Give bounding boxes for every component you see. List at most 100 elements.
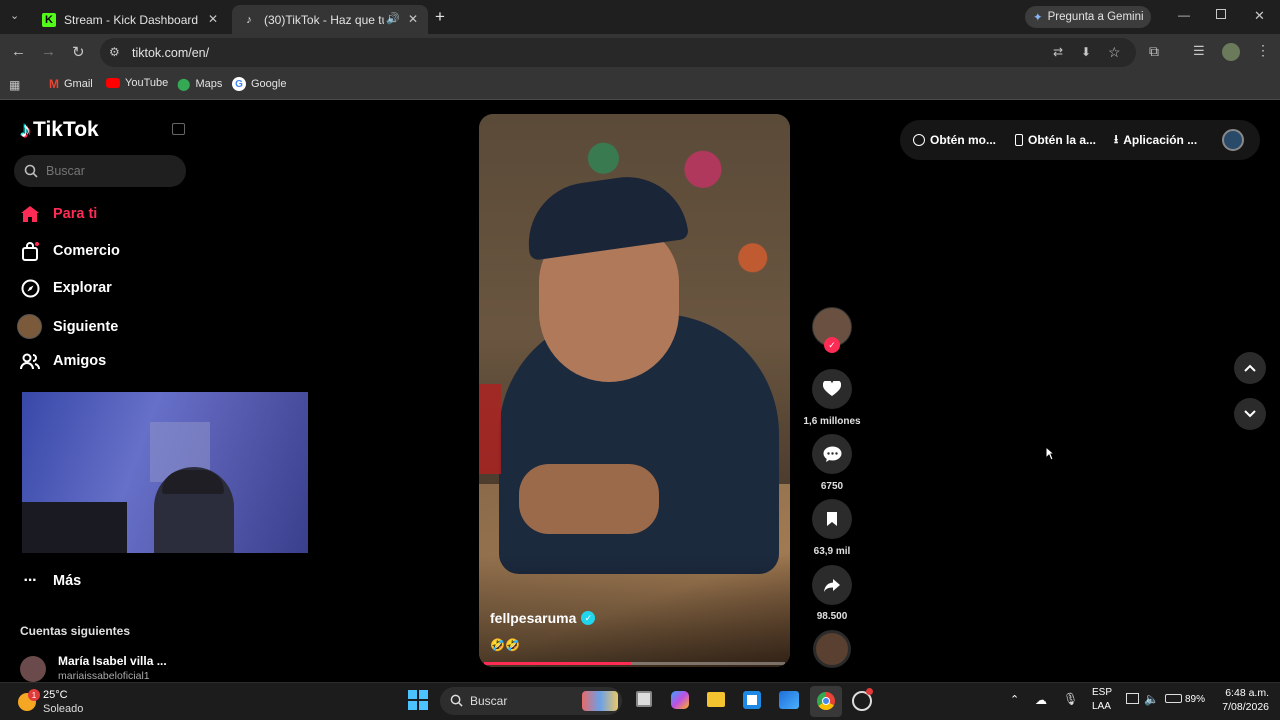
author-name: fellpesaruma [490,610,577,626]
coin-icon [913,134,925,146]
save-button[interactable] [812,499,852,539]
tray-chevron-up-icon[interactable]: ⌃ [1010,693,1019,706]
search-highlight-icon [582,691,618,711]
bookmark-google[interactable]: G Google [232,77,286,91]
bookmark-gmail[interactable]: M Gmail [49,77,93,91]
translate-icon[interactable]: ⇄ [1053,45,1063,59]
search-box[interactable] [14,155,186,187]
nav-comercio[interactable]: Comercio [20,241,120,261]
file-explorer-icon[interactable] [707,692,725,707]
taskbar-search[interactable]: Buscar [440,687,622,715]
weather-desc: Soleado [43,703,84,715]
tab-title: Stream - Kick Dashboard [64,12,199,27]
search-input[interactable] [46,161,176,181]
next-video-button[interactable] [1234,398,1266,430]
chrome-menu-icon[interactable]: ⋮ [1256,42,1270,59]
copilot-icon[interactable] [671,691,689,709]
home-icon [20,204,40,224]
reload-icon[interactable]: ↻ [72,43,85,61]
follow-check-icon[interactable]: ✓ [824,337,840,353]
gemini-button[interactable]: ✦ Pregunta a Gemini [1025,6,1151,28]
onedrive-cloud-icon[interactable]: ☁ [1035,693,1047,707]
video-player[interactable]: fellpesaruma ✓ 🤣🤣 [479,114,790,667]
video-progress-track[interactable] [484,662,785,665]
share-arrow-icon [824,578,840,592]
url-text: tiktok.com/en/ [132,46,210,60]
tiktok-logo[interactable]: ♪ TikTok [20,117,99,143]
clock-date[interactable]: 7/08/2026 [1214,701,1269,713]
bookmark-star-icon[interactable]: ☆ [1108,44,1121,61]
account-handle: mariaissabeloficial1 [58,670,150,682]
close-tab-icon[interactable]: ✕ [408,12,418,26]
windows-taskbar: 1 25°C Soleado Buscar ⌃ ☁ 🎙 ESP LAA 🔈 89… [0,682,1280,720]
network-icon[interactable] [1126,693,1139,704]
back-icon[interactable]: ← [11,43,26,60]
weather-widget[interactable]: 1 25°C Soleado [16,688,96,716]
install-app-icon[interactable]: ⬇ [1081,45,1091,59]
video-caption: 🤣🤣 [490,638,520,652]
bookmark-maps[interactable]: ⬤ Maps [177,77,222,91]
sound-disc-avatar[interactable] [813,630,851,668]
chevron-down-icon [1244,410,1256,418]
nav-siguiente[interactable]: Siguiente [17,314,118,339]
nav-amigos[interactable]: Amigos [20,351,106,371]
new-tab-icon[interactable]: + [435,7,445,27]
verified-badge-icon: ✓ [581,611,596,625]
site-info-icon[interactable]: ⚙ [109,45,120,59]
bookmark-youtube[interactable]: YouTube [106,77,168,89]
volume-icon[interactable]: 🔈 [1144,692,1159,706]
address-bar[interactable]: ⚙ tiktok.com/en/ ⇄ ⬇ ☆ [100,38,1136,67]
video-person-hands [519,464,659,534]
button-label: Obtén la a... [1028,133,1097,147]
clock-time[interactable]: 6:48 a.m. [1219,687,1269,699]
close-tab-icon[interactable]: ✕ [208,12,218,26]
browser-tab-strip: ⌄ K Stream - Kick Dashboard ✕ ♪ (30)TikT… [0,0,1280,34]
microsoft-store-icon[interactable] [743,691,761,709]
forward-icon[interactable]: → [41,43,56,60]
user-profile-avatar[interactable] [1222,129,1244,151]
nav-para-ti[interactable]: Para ti [20,204,97,224]
bookmark-label: YouTube [125,77,169,89]
tab-kick-dashboard[interactable]: K Stream - Kick Dashboard ✕ [32,5,228,34]
speaker-icon[interactable]: 🔊 [386,12,400,25]
comment-button[interactable] [812,434,852,474]
windows-start-icon[interactable] [408,690,428,710]
window-close-icon[interactable]: ✕ [1254,8,1265,24]
video-author[interactable]: fellpesaruma ✓ [490,610,596,626]
get-coins-button[interactable]: Obtén mo... [913,130,996,150]
nav-explorar[interactable]: Explorar [20,278,112,298]
task-view-icon[interactable] [636,691,652,707]
apps-grid-icon[interactable]: ▦ [9,78,20,92]
share-button[interactable] [812,565,852,605]
tab-tiktok[interactable]: ♪ (30)TikTok - Haz que tu día 🔊 ✕ [232,5,428,34]
tab-search-chevron-icon[interactable]: ⌄ [10,9,19,22]
profile-avatar[interactable] [1222,43,1240,61]
tab-title: (30)TikTok - Haz que tu día [264,12,384,27]
extensions-icon[interactable]: ⧉ [1149,43,1159,60]
nav-mas[interactable]: ··· Más [20,571,82,591]
phone-icon [1015,134,1023,146]
microphone-icon[interactable]: 🎙 [1063,692,1078,706]
keyboard-layout-label[interactable]: LAA [1092,701,1111,712]
battery-icon[interactable] [1165,694,1182,703]
share-count: 98.500 [816,611,848,622]
get-app-button[interactable]: Obtén la a... [1015,130,1096,150]
button-label: Aplicación ... [1123,133,1198,147]
previous-video-button[interactable] [1234,352,1266,384]
collapse-sidebar-icon[interactable] [172,123,185,135]
reading-list-icon[interactable]: ☰ [1193,43,1205,59]
download-icon: ⭳ [1114,131,1119,146]
restore-icon[interactable] [1216,9,1226,19]
minimize-icon[interactable]: — [1178,8,1190,22]
video-red-drink [479,384,501,474]
desktop-app-button[interactable]: ⭳ Aplicación ... [1114,130,1197,150]
following-account-item[interactable]: María Isabel villa ... mariaissabelofici… [20,652,290,682]
more-dots-icon: ··· [23,572,38,589]
recording-dot-icon [866,688,873,695]
avatar [20,656,46,682]
language-label[interactable]: ESP [1092,687,1112,698]
outlook-icon[interactable] [779,691,799,709]
bookmark-label: Google [251,78,287,90]
like-button[interactable] [812,369,852,409]
gemini-sparkle-icon: ✦ [1033,12,1043,24]
